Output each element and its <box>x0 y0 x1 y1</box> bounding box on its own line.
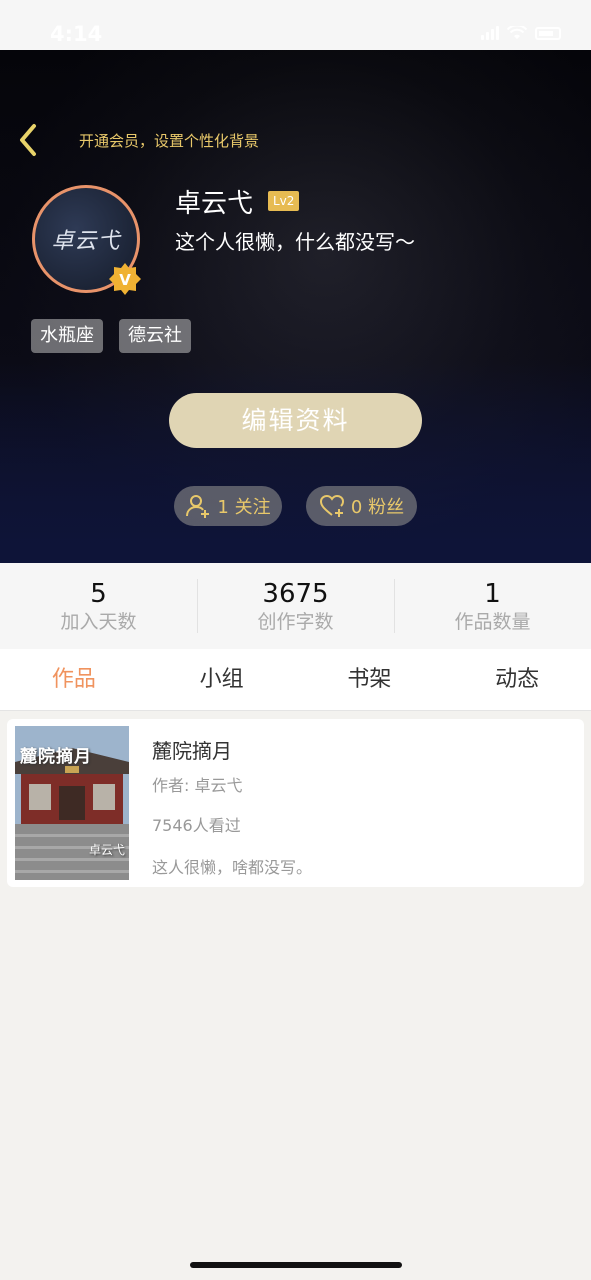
work-description: 这人很懒，啥都没写。 <box>152 858 313 877</box>
stat-word-count: 3675 创作字数 <box>197 563 394 649</box>
tag-constellation[interactable]: 水瓶座 <box>31 319 103 353</box>
profile-tabs: 作品 小组 书架 动态 <box>0 649 591 711</box>
work-author: 作者: 卓云弋 <box>152 776 243 795</box>
status-icons <box>481 26 561 40</box>
stat-value: 5 <box>90 579 107 609</box>
stat-works-count: 1 作品数量 <box>394 563 591 649</box>
stat-join-days: 5 加入天数 <box>0 563 197 649</box>
tab-bookshelf[interactable]: 书架 <box>296 649 444 710</box>
back-chevron-icon[interactable] <box>14 120 44 160</box>
cover-title: 麓院摘月 <box>20 747 92 767</box>
home-indicator <box>190 1262 402 1268</box>
stats-row: 5 加入天数 3675 创作字数 1 作品数量 <box>0 563 591 649</box>
work-views: 7546人看过 <box>152 816 241 835</box>
following-button[interactable]: 1 关注 <box>174 486 282 526</box>
book-cover[interactable]: 麓院摘月 卓云弋 <box>15 726 129 880</box>
work-card[interactable]: 麓院摘月 卓云弋 麓院摘月 作者: 卓云弋 7546人看过 这人很懒，啥都没写。 <box>7 719 584 887</box>
signal-icon <box>481 26 499 40</box>
heart-plus-icon <box>319 494 344 517</box>
username: 卓云弋 <box>175 189 254 219</box>
tab-works[interactable]: 作品 <box>0 649 148 710</box>
set-background-link[interactable]: 开通会员，设置个性化背景 <box>79 130 259 151</box>
status-bar: 4:14 <box>0 0 591 50</box>
following-label: 1 关注 <box>217 497 271 518</box>
avatar-signature: 卓云弋 <box>51 229 121 254</box>
profile-header: 开通会员，设置个性化背景 卓云弋 V 卓云弋 Lv2 这个人很懒，什么都没写～ … <box>0 50 591 563</box>
stat-value: 1 <box>484 579 501 609</box>
bio-text: 这个人很懒，什么都没写～ <box>175 230 415 254</box>
stat-value: 3675 <box>262 579 329 609</box>
work-title[interactable]: 麓院摘月 <box>152 735 232 764</box>
stat-label: 加入天数 <box>60 611 137 633</box>
wifi-icon <box>507 26 527 39</box>
fans-button[interactable]: 0 粉丝 <box>306 486 417 526</box>
profile-tags: 水瓶座 德云社 <box>31 319 191 353</box>
status-time: 4:14 <box>50 22 103 46</box>
tag-club[interactable]: 德云社 <box>119 319 191 353</box>
user-plus-icon <box>186 495 210 518</box>
edit-profile-button[interactable]: 编辑资料 <box>169 393 422 448</box>
verified-v-icon: V <box>109 263 141 295</box>
level-badge: Lv2 <box>268 191 300 211</box>
works-list: 麓院摘月 卓云弋 麓院摘月 作者: 卓云弋 7546人看过 这人很懒，啥都没写。 <box>0 712 591 1280</box>
stat-label: 作品数量 <box>454 611 531 633</box>
tab-groups[interactable]: 小组 <box>148 649 296 710</box>
stat-label: 创作字数 <box>257 611 334 633</box>
svg-text:V: V <box>119 271 131 289</box>
tab-activity[interactable]: 动态 <box>443 649 591 710</box>
battery-icon <box>535 27 561 40</box>
fans-label: 0 粉丝 <box>350 497 405 518</box>
cover-author: 卓云弋 <box>88 843 125 857</box>
